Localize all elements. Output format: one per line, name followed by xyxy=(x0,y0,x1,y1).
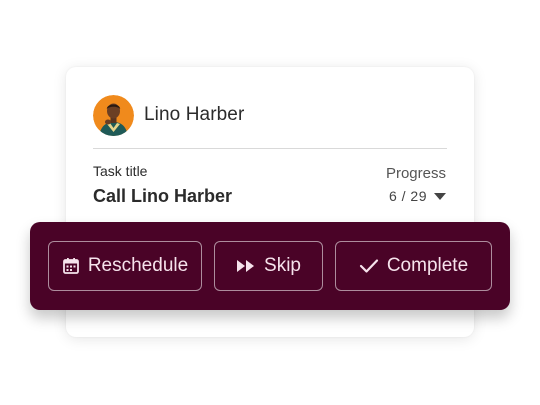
caret-down-icon[interactable] xyxy=(434,192,446,200)
person-photo-avatar xyxy=(93,94,134,136)
reschedule-label: Reschedule xyxy=(87,255,189,276)
reschedule-button[interactable]: Reschedule xyxy=(48,241,202,291)
task-preview: Lino Harber Task title Call Lino Harber … xyxy=(0,0,540,405)
task-title: Call Lino Harber xyxy=(93,186,233,206)
progress-indicator[interactable]: 6 / 29 xyxy=(389,188,446,204)
contact-name[interactable]: Lino Harber xyxy=(144,104,244,126)
avatar[interactable] xyxy=(93,94,134,136)
skip-button[interactable]: Skip xyxy=(214,241,323,291)
progress-value: 6 / 29 xyxy=(388,188,427,204)
task-title-label: Task title xyxy=(93,163,148,179)
divider xyxy=(93,148,447,149)
contact-header: Lino Harber xyxy=(93,94,244,136)
action-bar: Reschedule Skip Complete xyxy=(30,222,510,310)
checkmark-icon xyxy=(359,258,379,274)
fast-forward-icon xyxy=(236,258,256,274)
skip-label: Skip xyxy=(264,255,301,276)
progress-label: Progress xyxy=(385,165,446,182)
complete-button[interactable]: Complete xyxy=(335,241,492,291)
calendar-icon xyxy=(62,257,80,275)
complete-label: Complete xyxy=(386,255,469,276)
